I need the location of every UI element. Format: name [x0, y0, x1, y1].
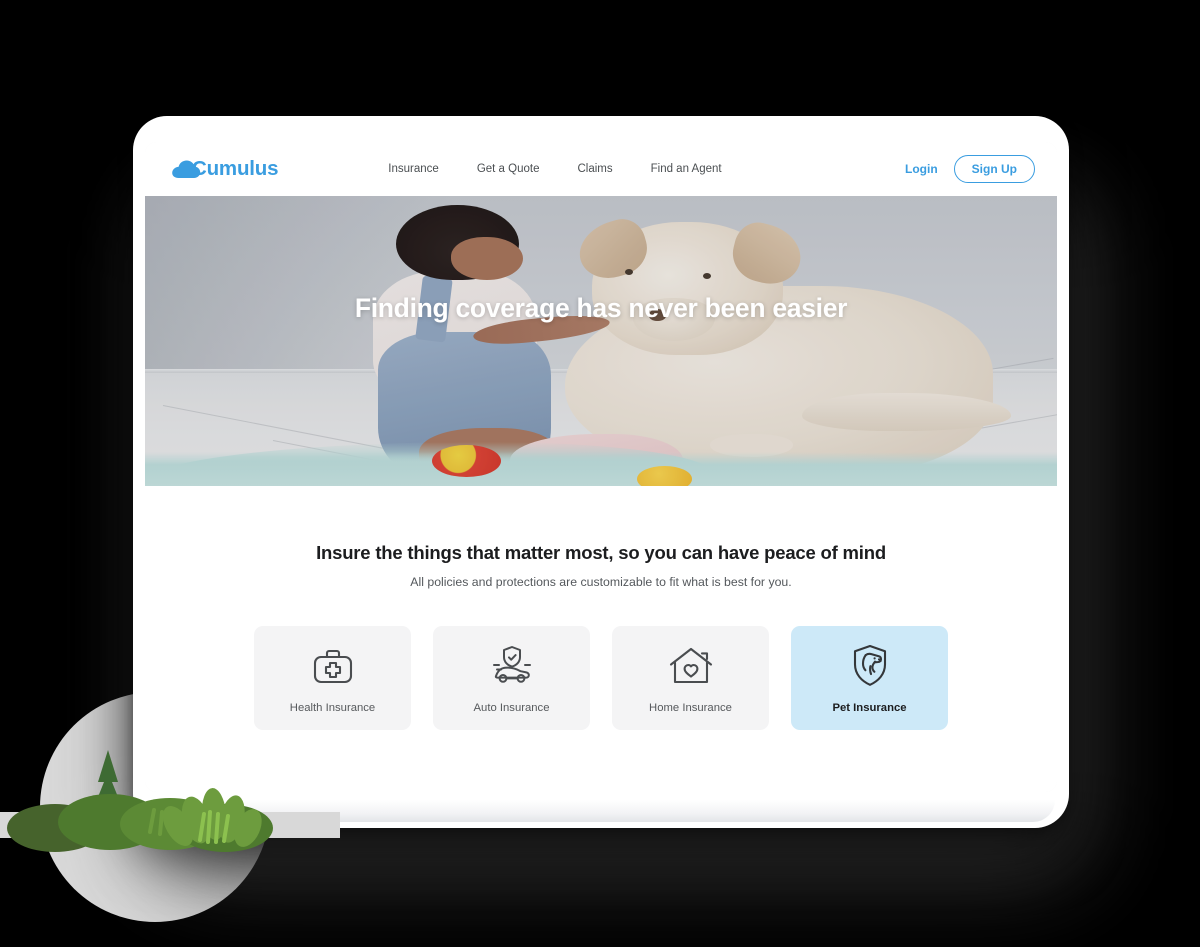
card-auto-insurance[interactable]: Auto Insurance — [433, 626, 590, 730]
medical-bag-icon — [311, 642, 355, 690]
nav-actions: Login Sign Up — [905, 155, 1035, 183]
nav-link-insurance[interactable]: Insurance — [388, 163, 439, 175]
card-label: Health Insurance — [289, 702, 376, 714]
cloud-icon — [171, 160, 201, 179]
promo-title: Insure the things that matter most, so y… — [316, 542, 886, 563]
card-label: Auto Insurance — [473, 702, 550, 714]
tablet-device-frame: Cumulus Insurance Get a Quote Claims Fin… — [133, 116, 1069, 828]
tablet-screen: Cumulus Insurance Get a Quote Claims Fin… — [145, 142, 1057, 792]
car-shield-icon — [487, 642, 537, 690]
card-health-insurance[interactable]: Health Insurance — [254, 626, 411, 730]
card-home-insurance[interactable]: Home Insurance — [612, 626, 769, 730]
dog-shield-icon — [848, 642, 892, 690]
card-label: Pet Insurance — [832, 702, 907, 714]
hero-image — [145, 196, 1057, 486]
brand-logo[interactable]: Cumulus — [171, 157, 278, 181]
nav-link-get-a-quote[interactable]: Get a Quote — [477, 163, 540, 175]
nav-links: Insurance Get a Quote Claims Find an Age… — [388, 163, 721, 175]
sign-up-button[interactable]: Sign Up — [953, 155, 1035, 183]
hero-headline: Finding coverage has never been easier — [354, 293, 848, 323]
insurance-category-cards: Health Insurance Auto Insurance Home Ins… — [145, 626, 1057, 730]
promo-subtitle: All policies and protections are customi… — [410, 575, 792, 589]
hero-section: Finding coverage has never been easier — [145, 196, 1057, 486]
decorative-foliage — [7, 750, 273, 852]
house-heart-icon — [667, 642, 715, 690]
card-label: Home Insurance — [649, 702, 732, 714]
login-link[interactable]: Login — [905, 162, 938, 176]
nav-link-find-an-agent[interactable]: Find an Agent — [651, 163, 722, 175]
webpage: Cumulus Insurance Get a Quote Claims Fin… — [145, 142, 1057, 792]
card-pet-insurance[interactable]: Pet Insurance — [791, 626, 948, 730]
top-navigation-bar: Cumulus Insurance Get a Quote Claims Fin… — [145, 142, 1057, 196]
nav-link-claims[interactable]: Claims — [577, 163, 612, 175]
brand-name: Cumulus — [192, 157, 279, 180]
